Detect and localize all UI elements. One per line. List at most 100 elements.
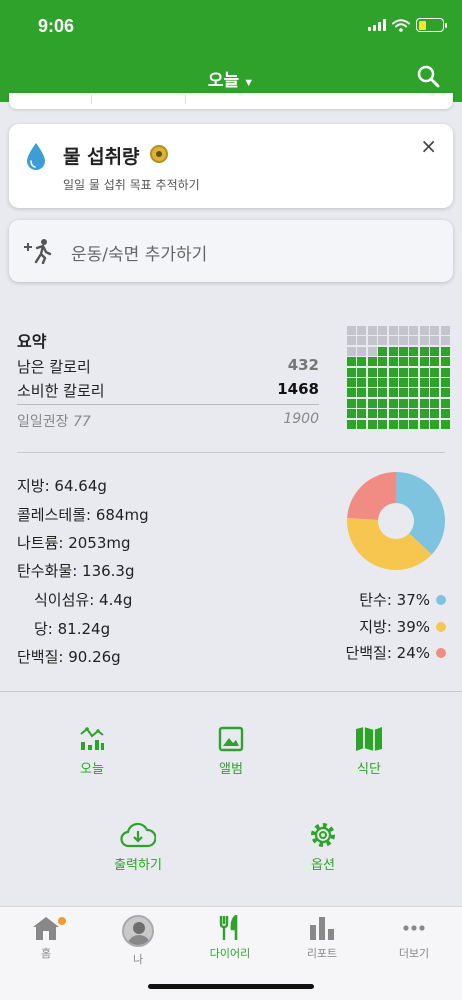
home-icon [33, 917, 59, 940]
grid-cell-filled [378, 377, 388, 387]
grid-cell-filled [440, 409, 450, 419]
tab-me[interactable]: 나 [98, 915, 178, 967]
grid-cell-filled [430, 367, 440, 377]
grid-cell-filled [409, 357, 419, 367]
grid-cell-filled [440, 377, 450, 387]
grid-cell-filled [398, 419, 408, 429]
export-button[interactable]: 출력하기 [78, 822, 198, 873]
grid-cell-empty [378, 326, 388, 335]
grid-cell-filled [409, 388, 419, 398]
tab-more[interactable]: 더보기 [374, 915, 454, 961]
grid-cell-filled [419, 346, 429, 356]
grid-cell-filled [357, 367, 367, 377]
grid-cell-filled [430, 409, 440, 419]
tab-home-label: 홈 [40, 947, 52, 960]
legend-fat-label: 지방: 39% [359, 618, 430, 636]
tab-me-label: 나 [132, 953, 144, 966]
grid-cell-filled [419, 357, 429, 367]
grid-cell-filled [440, 346, 450, 356]
options-button[interactable]: 옵션 [263, 822, 383, 873]
grid-cell-filled [378, 398, 388, 408]
meals-label: 식단 [357, 762, 381, 777]
legend-carbs-label: 탄수: 37% [359, 591, 430, 609]
grid-cell-filled [357, 419, 367, 429]
map-icon [356, 727, 382, 751]
grid-cell-filled [398, 398, 408, 408]
legend-protein-label: 단백질: 24% [345, 644, 430, 662]
grid-cell-empty [367, 346, 377, 356]
grid-cell-empty [388, 326, 398, 335]
exercise-icon [24, 239, 52, 264]
tab-diary-label: 다이어리 [209, 947, 251, 960]
daily-recommended-percent: 77 [72, 414, 91, 430]
add-exercise-sleep-button[interactable]: 운동/숙면 추가하기 [9, 220, 453, 282]
grid-cell-filled [388, 377, 398, 387]
grid-cell-empty [357, 346, 367, 356]
legend-protein-dot [436, 647, 446, 658]
grid-cell-empty [388, 336, 398, 346]
grid-cell-empty [357, 326, 367, 335]
grid-cell-filled [419, 409, 429, 419]
grid-cell-filled [388, 409, 398, 419]
grid-cell-filled [347, 409, 356, 419]
grid-cell-filled [367, 388, 377, 398]
grid-cell-filled [388, 346, 398, 356]
grid-cell-filled [398, 367, 408, 377]
grid-cell-filled [347, 377, 356, 387]
grid-cell-empty [419, 336, 429, 346]
grid-cell-filled [347, 357, 356, 367]
grid-cell-filled [440, 419, 450, 429]
caret-down-icon: ▼ [243, 77, 255, 89]
grid-cell-filled [357, 398, 367, 408]
daily-recommended-label: 일일권장 [17, 414, 69, 430]
album-label: 앨범 [219, 762, 243, 777]
options-label: 옵션 [311, 858, 335, 873]
grid-cell-filled [347, 388, 356, 398]
premium-badge-icon [150, 145, 168, 163]
grid-cell-filled [357, 409, 367, 419]
today-report-button[interactable]: 오늘 [32, 726, 152, 777]
grid-cell-filled [367, 367, 377, 377]
grid-cell-filled [409, 346, 419, 356]
add-exercise-label: 운동/숙면 추가하기 [71, 245, 208, 265]
date-selector[interactable]: 오늘 ▼ [0, 66, 462, 91]
actions-divider [0, 691, 462, 692]
donut-hole [378, 503, 414, 539]
fiber-nutrient: 식이섬유: 4.4g [34, 591, 133, 609]
cloud-download-icon [120, 822, 156, 848]
grid-cell-filled [430, 419, 440, 429]
sugar-nutrient: 당: 81.24g [34, 620, 111, 638]
album-button[interactable]: 앨범 [171, 726, 291, 777]
tab-diary[interactable]: 다이어리 [190, 915, 270, 961]
grid-cell-filled [419, 377, 429, 387]
grid-cell-filled [398, 346, 408, 356]
tab-more-label: 더보기 [398, 947, 430, 960]
grid-cell-filled [347, 419, 356, 429]
grid-cell-filled [430, 377, 440, 387]
grid-cell-empty [419, 326, 429, 335]
grid-cell-filled [409, 367, 419, 377]
grid-cell-empty [378, 336, 388, 346]
grid-cell-filled [419, 367, 429, 377]
signal-icon [368, 19, 386, 31]
summary-title: 요약 [17, 332, 47, 351]
tab-home[interactable]: 홈 [6, 915, 86, 961]
legend-fat-dot [436, 621, 446, 632]
fork-knife-icon [219, 915, 238, 940]
grid-cell-filled [378, 419, 388, 429]
burned-calories-value: 1468 [277, 380, 319, 398]
meals-button[interactable]: 식단 [309, 726, 429, 777]
grid-cell-filled [440, 388, 450, 398]
calorie-progress-grid [347, 326, 450, 429]
summary-nutrients-divider [17, 452, 445, 453]
close-icon[interactable]: × [420, 134, 437, 158]
grid-cell-filled [357, 377, 367, 387]
grid-cell-filled [388, 357, 398, 367]
tab-report[interactable]: 리포트 [282, 915, 362, 961]
carbohydrate-nutrient: 탄수화물: 136.3g [17, 562, 135, 580]
search-icon[interactable] [416, 64, 440, 88]
grid-cell-filled [388, 398, 398, 408]
water-intake-card[interactable]: 물 섭취량 일일 물 섭취 목표 추적하기 × [9, 124, 453, 208]
daily-recommended-value: 1900 [283, 411, 319, 427]
grid-cell-filled [419, 398, 429, 408]
